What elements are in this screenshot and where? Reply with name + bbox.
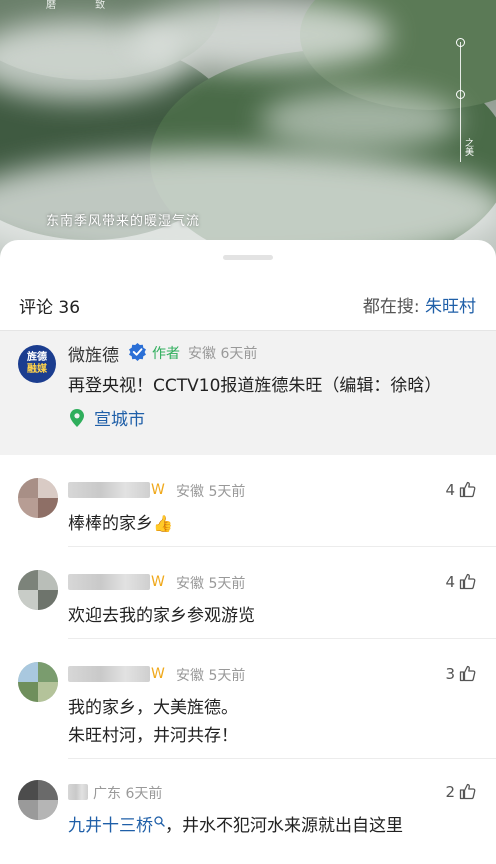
- avatar[interactable]: 旌德 融媒: [18, 345, 56, 383]
- location-pin-icon: [70, 409, 84, 427]
- like-count: 2: [445, 783, 455, 801]
- comment-meta: 安徽 5天前: [176, 484, 246, 500]
- comment-text-content: ，井水不犯河水来源就出自这里: [165, 816, 403, 836]
- comment-sheet: 评论 36 都在搜: 朱旺村 旌德 融媒 微旌德 作者 安徽 6天前 再登央视！…: [0, 240, 496, 864]
- thumbs-up-emoji-icon: 👍: [153, 514, 173, 533]
- avatar[interactable]: [18, 478, 58, 518]
- author-comment[interactable]: 旌德 融媒 微旌德 作者 安徽 6天前 再登央视！CCTV10报道旌德朱旺（编辑…: [0, 331, 496, 455]
- avatar[interactable]: [18, 780, 58, 820]
- comment-text-line: 朱旺村河，井河共存！: [68, 726, 238, 746]
- like-count: 3: [445, 665, 455, 683]
- thumbs-up-icon: [459, 665, 476, 682]
- thumbs-up-icon: [459, 783, 476, 800]
- comment-text-line: 我的家乡，大美旌德。: [68, 698, 238, 718]
- comment-text-content: 棒棒的家乡: [68, 514, 153, 534]
- video-side-text: 之美: [463, 138, 473, 156]
- comments-count: 评论 36: [19, 298, 81, 318]
- like-count: 4: [445, 481, 455, 499]
- avatar-text-top: 旌德: [27, 352, 47, 363]
- row-divider: [68, 546, 496, 547]
- thumbs-up-icon: [459, 481, 476, 498]
- video-caption: 东南季风带来的暖湿气流: [46, 214, 201, 229]
- search-icon: [154, 816, 165, 827]
- progress-dot: [456, 38, 465, 47]
- progress-dot: [456, 90, 465, 99]
- video-player[interactable]: 磨 致 之美 东南季风带来的暖湿气流: [0, 0, 496, 270]
- comment-text: 棒棒的家乡👍: [68, 510, 173, 538]
- username-blurred[interactable]: [68, 482, 150, 498]
- username-blurred[interactable]: [68, 574, 150, 590]
- like-button[interactable]: 4: [445, 481, 476, 499]
- mist-layer: [130, 0, 390, 70]
- trending-search[interactable]: 都在搜: 朱旺村: [363, 292, 476, 317]
- author-name[interactable]: 微旌德: [68, 341, 119, 366]
- trending-search-keyword[interactable]: 朱旺村: [425, 297, 476, 317]
- video-top-text: 磨 致: [46, 0, 124, 11]
- row-divider: [68, 758, 496, 759]
- comment-meta: 安徽 5天前: [176, 576, 246, 592]
- row-divider: [68, 638, 496, 639]
- avatar-text-bottom: 融媒: [27, 364, 47, 375]
- comment-meta: 广东 6天前: [93, 786, 163, 802]
- comment-text: 九井十三桥 ，井水不犯河水来源就出自这里: [68, 812, 403, 840]
- like-button[interactable]: 3: [445, 665, 476, 683]
- progress-line: [460, 42, 461, 162]
- like-count: 4: [445, 573, 455, 591]
- author-tag: 作者: [152, 346, 180, 362]
- location-link[interactable]: 宣城市: [94, 405, 145, 430]
- like-button[interactable]: 2: [445, 783, 476, 801]
- sheet-drag-handle[interactable]: [223, 255, 273, 260]
- vip-badge-icon: W: [151, 666, 165, 682]
- like-button[interactable]: 4: [445, 573, 476, 591]
- vip-badge-icon: W: [151, 482, 165, 498]
- username-blurred[interactable]: [68, 784, 88, 800]
- comment-meta: 安徽 6天前: [188, 346, 258, 362]
- trending-search-prefix: 都在搜:: [362, 297, 420, 317]
- comments-header: 评论 36 都在搜: 朱旺村: [0, 280, 496, 326]
- comment-text: 欢迎去我的家乡参观游览: [68, 606, 255, 626]
- topic-link[interactable]: 九井十三桥: [68, 816, 153, 836]
- verified-icon: [129, 342, 146, 361]
- comment-text: 再登央视！CCTV10报道旌德朱旺（编辑：徐晗）: [68, 376, 442, 396]
- avatar[interactable]: [18, 570, 58, 610]
- comment-text: 我的家乡，大美旌德。 朱旺村河，井河共存！: [68, 694, 238, 750]
- avatar[interactable]: [18, 662, 58, 702]
- username-blurred[interactable]: [68, 666, 150, 682]
- thumbs-up-icon: [459, 573, 476, 590]
- vip-badge-icon: W: [151, 574, 165, 590]
- mist-layer: [260, 90, 460, 150]
- comment-meta: 安徽 5天前: [176, 668, 246, 684]
